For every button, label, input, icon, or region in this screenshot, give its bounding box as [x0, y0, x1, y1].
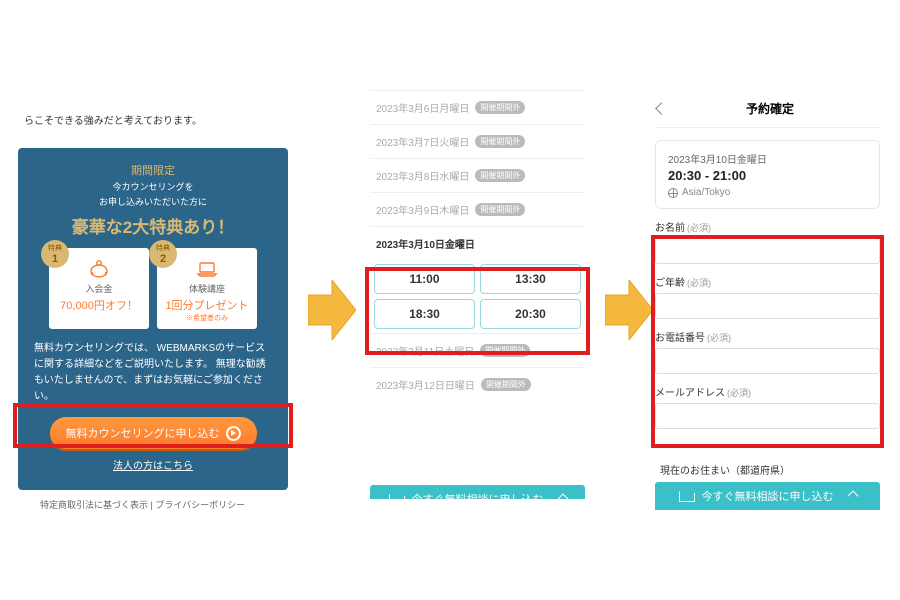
bonus-1-label: 入会金 [53, 282, 145, 295]
age-label: ご年齢(必須) [655, 274, 880, 289]
bonus-card-2: 特典 2 体験講座 1回分プレゼント ※希望者のみ [157, 248, 257, 329]
promo-subhead-1: 今カウンセリングを [28, 180, 278, 193]
out-of-range-chip: 開催期間外 [480, 344, 530, 357]
promo-title: 豪華な2大特典あり！ [28, 213, 278, 238]
out-of-range-chip: 開催期間外 [481, 378, 531, 391]
email-label: メールアドレス(必須) [655, 384, 880, 399]
apply-counseling-button[interactable]: 無料カウンセリングに申し込む [50, 417, 257, 449]
appointment-card: 2023年3月10日金曜日 20:30 - 21:00 Asia/Tokyo [655, 140, 880, 209]
bonus-badge-2: 特典 2 [149, 240, 177, 268]
promo-subhead-2: お申し込みいただいた方に [28, 195, 278, 208]
promo-body-text: 無料カウンセリングでは、 WEBMARKSのサービスに関する詳細などをご説明いた… [28, 341, 278, 405]
calendar-day-disabled: 2023年3月7日火曜日開催期間外 [370, 124, 585, 158]
calendar-panel: 2023年3月6日月曜日開催期間外 2023年3月7日火曜日開催期間外 2023… [370, 90, 585, 401]
calendar-day-disabled: 2023年3月9日木曜日開催期間外 [370, 192, 585, 226]
legal-links: 特定商取引法に基づく表示 | プライバシーポリシー [40, 498, 245, 511]
appointment-time: 20:30 - 21:00 [668, 168, 867, 183]
out-of-range-chip: 開催期間外 [475, 135, 525, 148]
chevron-up-icon [847, 490, 858, 501]
fixed-apply-button[interactable]: 今すぐ無料相談に申し込む [370, 485, 585, 513]
calendar-day-disabled: 2023年3月12日日曜日開催期間外 [370, 367, 585, 401]
play-circle-icon [226, 426, 241, 441]
fixed-cta-label: 今すぐ無料相談に申し込む [702, 488, 834, 504]
out-of-range-chip: 開催期間外 [475, 203, 525, 216]
bonus-badge-1: 特典 1 [41, 240, 69, 268]
step-arrow-2-icon [605, 280, 653, 340]
step-arrow-1-icon [308, 280, 356, 340]
confirmation-title: 予約確定 [674, 100, 866, 117]
chevron-up-icon [557, 493, 568, 504]
name-label: お名前(必須) [655, 219, 880, 234]
bonus-2-label: 体験講座 [161, 282, 253, 295]
bonus-2-note: ※希望者のみ [161, 313, 253, 323]
back-chevron-icon[interactable] [655, 102, 668, 115]
phone-field[interactable] [655, 348, 880, 374]
phone-label: お電話番号(必須) [655, 329, 880, 344]
time-slot-button[interactable]: 13:30 [480, 264, 581, 294]
promo-card: 期間限定 今カウンセリングを お申し込みいただいた方に 豪華な2大特典あり！ 特… [18, 148, 288, 490]
pref-label: 現在のお住まい（都道府県） [660, 462, 790, 477]
appointment-tz: Asia/Tokyo [668, 187, 867, 198]
email-field[interactable] [655, 403, 880, 429]
fixed-apply-button[interactable]: 今すぐ無料相談に申し込む [655, 482, 880, 510]
out-of-range-chip: 開催期間外 [475, 101, 525, 114]
time-slot-button[interactable]: 20:30 [480, 299, 581, 329]
time-slot-button[interactable]: 11:00 [374, 264, 475, 294]
calendar-day-disabled: 2023年3月6日月曜日開催期間外 [370, 90, 585, 124]
out-of-range-chip: 開催期間外 [475, 169, 525, 182]
laptop-icon [196, 260, 218, 278]
confirmation-panel: 予約確定 2023年3月10日金曜日 20:30 - 21:00 Asia/To… [655, 90, 880, 429]
time-slot-button[interactable]: 18:30 [374, 299, 475, 329]
corporate-link[interactable]: 法人の方はこちら [28, 457, 278, 472]
intro-text: らこそできる強みだと考えております。 [24, 112, 202, 127]
bonus-card-1: 特典 1 入会金 70,000円オフ！ [49, 248, 149, 329]
calendar-day-disabled: 2023年3月11日土曜日開催期間外 [370, 333, 585, 367]
piggy-bank-icon [88, 260, 110, 278]
promo-eyebrow: 期間限定 [28, 162, 278, 178]
fixed-cta-label: 今すぐ無料相談に申し込む [412, 491, 544, 507]
globe-icon [668, 188, 678, 198]
tokusho-link[interactable]: 特定商取引法に基づく表示 [40, 500, 148, 510]
cta-label: 無料カウンセリングに申し込む [66, 425, 220, 441]
envelope-icon [389, 494, 405, 505]
appointment-date: 2023年3月10日金曜日 [668, 151, 867, 166]
age-field[interactable] [655, 293, 880, 319]
calendar-day-disabled: 2023年3月8日水曜日開催期間外 [370, 158, 585, 192]
name-field[interactable] [655, 238, 880, 264]
bonus-2-main: 1回分プレゼント [161, 297, 253, 313]
envelope-icon [679, 491, 695, 502]
calendar-day-active: 2023年3月10日金曜日 [370, 226, 585, 260]
bonus-1-main: 70,000円オフ！ [53, 297, 145, 313]
privacy-link[interactable]: プライバシーポリシー [155, 500, 245, 510]
